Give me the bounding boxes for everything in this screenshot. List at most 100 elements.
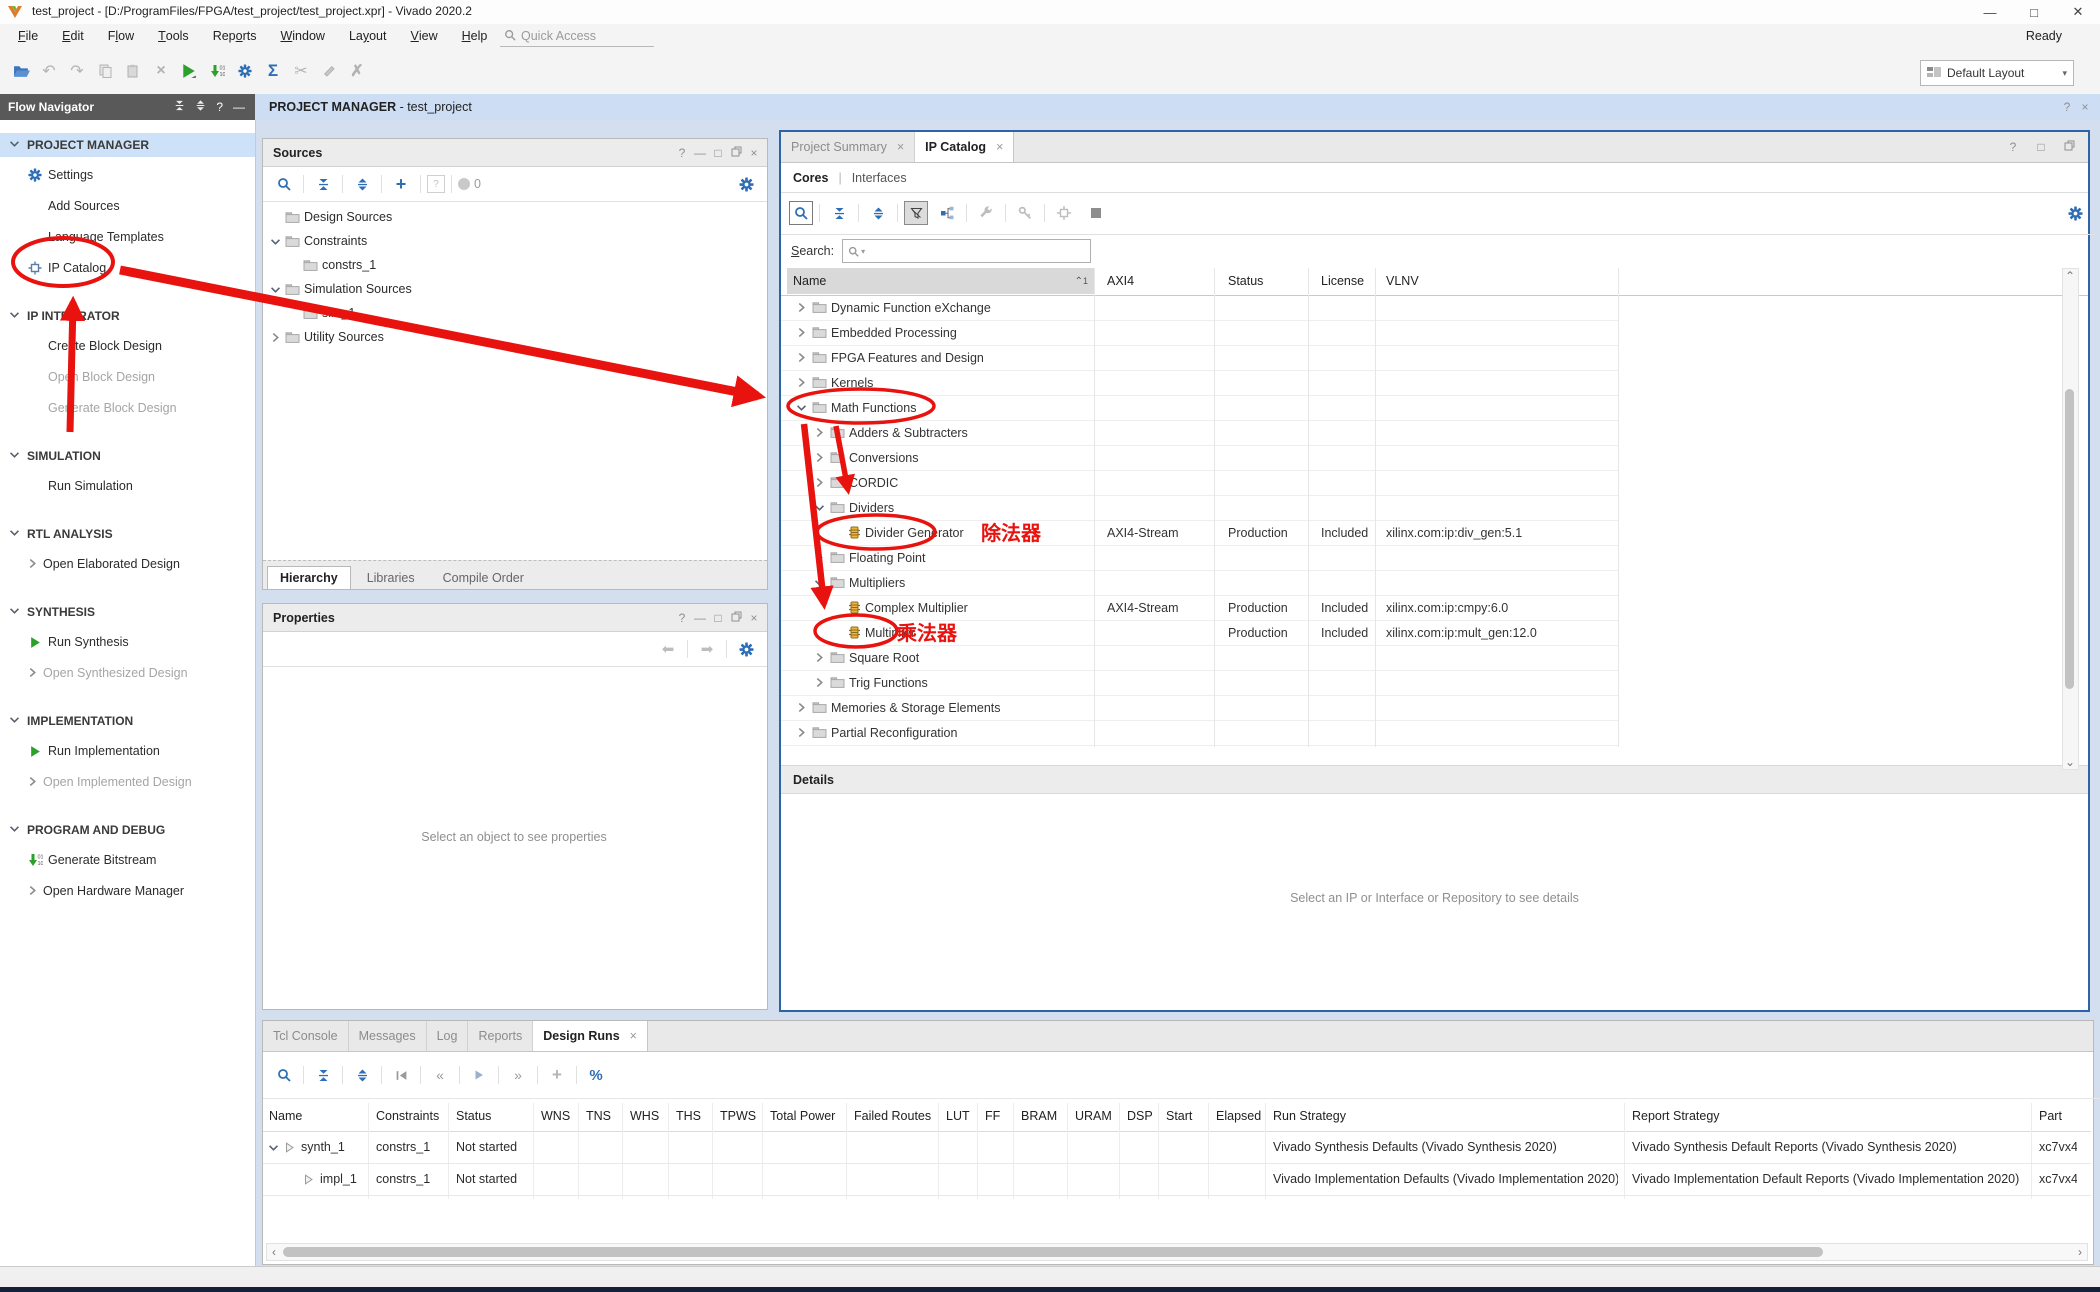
sidebar-item-open-synthesized-design[interactable]: Open Synthesized Design <box>0 661 255 685</box>
column-header-name[interactable]: Name⌃1 <box>787 268 1095 294</box>
ip-row-dynamic-function-exchange[interactable]: Dynamic Function eXchange <box>781 295 1618 321</box>
back-arrow-icon[interactable]: ⬅ <box>655 636 681 662</box>
flow-section-ip-integrator[interactable]: IP INTEGRATOR <box>0 304 255 328</box>
menu-view[interactable]: View <box>399 24 450 48</box>
menu-tools[interactable]: Tools <box>146 24 201 48</box>
results-tab-reports[interactable]: Reports <box>468 1021 533 1051</box>
ip-row-embedded-processing[interactable]: Embedded Processing <box>781 320 1618 346</box>
flow-section-implementation[interactable]: IMPLEMENTATION <box>0 709 255 733</box>
ip-row-kernels[interactable]: Kernels <box>781 370 1618 396</box>
results-tab-tcl-console[interactable]: Tcl Console <box>263 1021 349 1051</box>
runs-column-total-power[interactable]: Total Power <box>770 1101 835 1131</box>
window-close-button[interactable]: ✕ <box>2056 0 2100 24</box>
next-run-icon[interactable]: » <box>505 1062 531 1088</box>
flow-section-rtl-analysis[interactable]: RTL ANALYSIS <box>0 522 255 546</box>
sidebar-item-settings[interactable]: Settings <box>0 163 255 187</box>
chevron-right-icon[interactable] <box>797 703 808 712</box>
ip-row-multiplier[interactable]: MultiplierProductionIncludedxilinx.com:i… <box>781 620 1618 646</box>
ip-row-conversions[interactable]: Conversions <box>781 445 1618 471</box>
ip-row-math-functions[interactable]: Math Functions <box>781 395 1618 421</box>
close-tab-icon[interactable]: × <box>897 140 904 154</box>
runs-column-failed-routes[interactable]: Failed Routes <box>854 1101 931 1131</box>
minimize-icon[interactable]: — <box>691 146 709 160</box>
maximize-icon[interactable]: □ <box>709 146 727 160</box>
sources-tab-hierarchy[interactable]: Hierarchy <box>267 566 351 589</box>
search-icon[interactable] <box>271 171 297 197</box>
runs-column-whs[interactable]: WHS <box>630 1101 659 1131</box>
chevron-right-icon[interactable] <box>797 328 808 337</box>
sidebar-item-open-implemented-design[interactable]: Open Implemented Design <box>0 770 255 794</box>
ip-row-square-root[interactable]: Square Root <box>781 645 1618 671</box>
help-icon[interactable]: ? <box>673 146 691 160</box>
results-tab-log[interactable]: Log <box>427 1021 469 1051</box>
menu-flow[interactable]: Flow <box>96 24 146 48</box>
expand-all-icon[interactable] <box>195 100 206 114</box>
ip-row-fpga-features-and-design[interactable]: FPGA Features and Design <box>781 345 1618 371</box>
close-icon[interactable]: × <box>745 146 763 160</box>
chevron-right-icon[interactable] <box>815 453 826 462</box>
menu-reports[interactable]: Reports <box>201 24 269 48</box>
sidebar-item-open-hardware-manager[interactable]: Open Hardware Manager <box>0 879 255 903</box>
tab-interfaces[interactable]: Interfaces <box>852 171 907 185</box>
help-icon[interactable]: ? <box>2058 100 2076 114</box>
search-icon[interactable] <box>271 1062 297 1088</box>
chevron-right-icon[interactable] <box>797 303 808 312</box>
chevron-right-icon[interactable] <box>815 553 826 562</box>
chevron-right-icon[interactable] <box>815 428 826 437</box>
column-header-vlnv[interactable]: VLNV <box>1380 268 1618 294</box>
runs-column-start[interactable]: Start <box>1166 1101 1192 1131</box>
forward-arrow-icon[interactable]: ➡ <box>694 636 720 662</box>
menu-edit[interactable]: Edit <box>50 24 96 48</box>
sources-tab-libraries[interactable]: Libraries <box>355 567 427 589</box>
run-icon[interactable] <box>466 1062 492 1088</box>
menu-layout[interactable]: Layout <box>337 24 399 48</box>
flow-section-simulation[interactable]: SIMULATION <box>0 444 255 468</box>
collapse-all-icon[interactable] <box>826 200 852 226</box>
flow-section-project-manager[interactable]: PROJECT MANAGER <box>0 133 255 157</box>
collapse-all-icon[interactable] <box>310 1062 336 1088</box>
runs-column-ff[interactable]: FF <box>985 1101 1000 1131</box>
expand-all-icon[interactable] <box>349 171 375 197</box>
sources-tree-item-simulation-sources[interactable]: Simulation Sources <box>269 277 412 301</box>
chevron-right-icon[interactable] <box>797 378 808 387</box>
sidebar-item-language-templates[interactable]: Language Templates <box>0 225 255 249</box>
flow-section-program-and-debug[interactable]: PROGRAM AND DEBUG <box>0 818 255 842</box>
ip-row-cordic[interactable]: CORDIC <box>781 470 1618 496</box>
window-maximize-button[interactable]: □ <box>2012 0 2056 24</box>
menu-window[interactable]: Window <box>268 24 336 48</box>
ip-row-partial-reconfiguration[interactable]: Partial Reconfiguration <box>781 720 1618 746</box>
sidebar-item-open-block-design[interactable]: Open Block Design <box>0 365 255 389</box>
settings-gear-icon[interactable] <box>232 58 258 84</box>
ip-row-memories-storage-elements[interactable]: Memories & Storage Elements <box>781 695 1618 721</box>
quick-access-search[interactable]: Quick Access <box>500 26 654 47</box>
filter-icon[interactable] <box>904 201 928 225</box>
close-icon[interactable]: × <box>2076 100 2094 114</box>
flow-section-synthesis[interactable]: SYNTHESIS <box>0 600 255 624</box>
ip-tree-scrollbar[interactable]: ⌃ ⌄ <box>2062 268 2079 770</box>
window-minimize-button[interactable]: — <box>1968 0 2012 24</box>
expand-all-icon[interactable] <box>865 200 891 226</box>
sidebar-item-ip-catalog[interactable]: IP Catalog <box>0 256 255 280</box>
generate-bitstream-icon[interactable]: 0110 <box>204 58 230 84</box>
runs-column-ths[interactable]: THS <box>676 1101 701 1131</box>
column-header-license[interactable]: License <box>1315 268 1380 294</box>
sources-tree-item-constrs_1[interactable]: constrs_1 <box>287 253 376 277</box>
ip-row-adders-subtracters[interactable]: Adders & Subtracters <box>781 420 1618 446</box>
expand-all-icon[interactable] <box>349 1062 375 1088</box>
minimize-icon[interactable]: — <box>691 611 709 625</box>
sidebar-item-add-sources[interactable]: Add Sources <box>0 194 255 218</box>
chevron-right-icon[interactable] <box>815 653 826 662</box>
ip-row-divider-generator[interactable]: Divider GeneratorAXI4-StreamProductionIn… <box>781 520 1618 546</box>
sources-tree-item-utility-sources[interactable]: Utility Sources <box>269 325 384 349</box>
close-icon[interactable]: × <box>745 611 763 625</box>
float-icon[interactable] <box>727 146 745 160</box>
minimize-icon[interactable]: — <box>233 100 245 114</box>
percent-icon[interactable]: % <box>583 1062 609 1088</box>
menu-help[interactable]: Help <box>450 24 500 48</box>
open-project-icon[interactable] <box>8 58 34 84</box>
group-by-icon[interactable] <box>934 200 960 226</box>
runs-column-dsp[interactable]: DSP <box>1127 1101 1153 1131</box>
help-icon[interactable]: ? <box>673 611 691 625</box>
table-row-synth_1[interactable]: synth_1constrs_1Not startedVivado Synthe… <box>263 1131 2091 1164</box>
sidebar-item-open-elaborated-design[interactable]: Open Elaborated Design <box>0 552 255 576</box>
